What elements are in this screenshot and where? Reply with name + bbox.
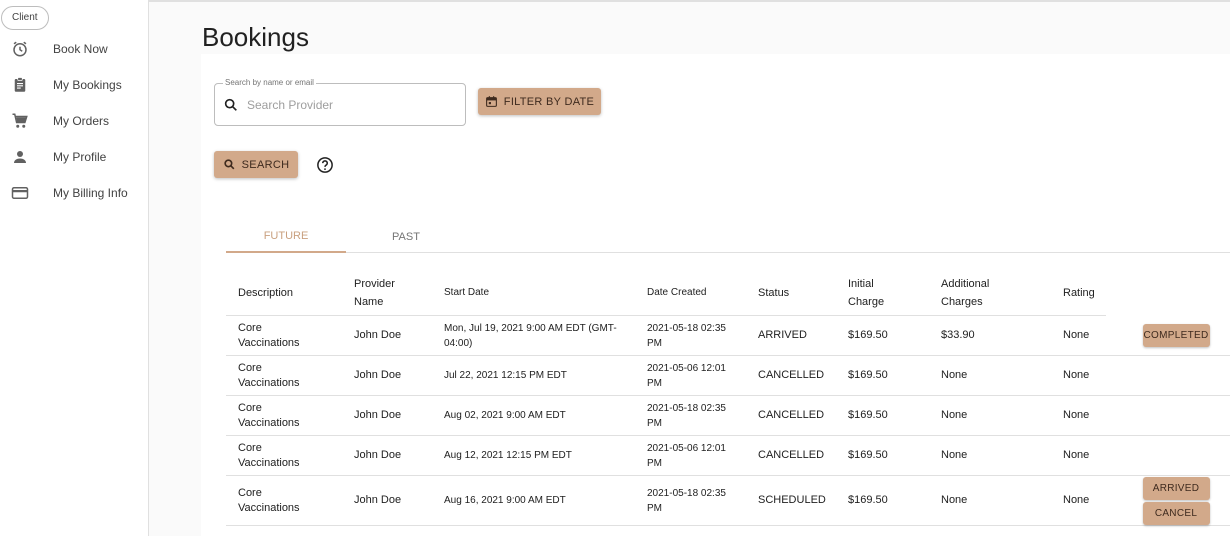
help-icon[interactable] xyxy=(316,156,334,174)
bookings-panel: Search by name or email Filter by date S… xyxy=(201,54,1230,536)
cell-rating: None xyxy=(1063,409,1090,421)
role-chip[interactable]: Client xyxy=(1,6,49,30)
table-row: Core Vaccinations John Doe Mon, Jul 19, … xyxy=(226,316,1230,356)
cell-rating: None xyxy=(1063,369,1090,381)
cell-date-created: 2021-05-18 02:35 PM xyxy=(647,402,726,429)
search-field-legend: Search by name or email xyxy=(223,78,316,88)
search-button-label: Search xyxy=(241,158,290,171)
person-icon xyxy=(14,151,26,163)
header-date-created: Date Created xyxy=(647,287,707,298)
header-rating: Rating xyxy=(1063,287,1095,299)
table-row: Core Vaccinations John Doe Aug 16, 2021 … xyxy=(226,476,1230,526)
cell-status: CANCELLED xyxy=(758,449,825,461)
filter-by-date-button[interactable]: Filter by date xyxy=(478,88,601,115)
cell-description: Core Vaccinations xyxy=(238,441,300,469)
tab-future[interactable]: Future xyxy=(226,221,346,253)
header-initial-charge: Initial Charge xyxy=(848,278,885,308)
table-row: Core Vaccinations John Doe Aug 02, 2021 … xyxy=(226,396,1230,436)
header-additional-charges: Additional Charges xyxy=(941,278,990,308)
cell-additional-charges: $33.90 xyxy=(941,329,975,341)
cell-initial-charge: $169.50 xyxy=(848,494,888,506)
calendar-icon xyxy=(485,96,497,107)
sidebar: Client Book Now My Bookings My Orders My… xyxy=(0,0,149,536)
cell-rating: None xyxy=(1063,449,1090,461)
top-border xyxy=(0,0,1230,2)
filter-by-date-label: Filter by date xyxy=(503,95,595,108)
cancel-button[interactable]: Cancel xyxy=(1142,501,1210,525)
cell-rating: None xyxy=(1063,494,1090,506)
cell-provider: John Doe xyxy=(354,329,402,341)
cell-description: Core Vaccinations xyxy=(238,401,300,429)
cell-provider: John Doe xyxy=(354,369,402,381)
cell-start-date: Jul 22, 2021 12:15 PM EDT xyxy=(444,370,567,381)
cell-status: SCHEDULED xyxy=(758,494,826,506)
table-header: Description Provider Name Start Date Dat… xyxy=(226,270,1106,316)
cell-provider: John Doe xyxy=(354,449,402,461)
sidebar-item-label: My Billing Info xyxy=(53,186,128,200)
clipboard-icon xyxy=(14,77,26,92)
search-icon xyxy=(224,159,235,170)
completed-button[interactable]: Completed xyxy=(1142,324,1210,347)
cell-additional-charges: None xyxy=(941,494,968,506)
sidebar-item-label: My Profile xyxy=(53,150,107,164)
cell-provider: John Doe xyxy=(354,494,402,506)
header-start-date: Start Date xyxy=(444,287,490,298)
cell-additional-charges: None xyxy=(941,449,968,461)
cell-actions: Completed xyxy=(1142,316,1210,355)
sidebar-item-book-now[interactable]: Book Now xyxy=(0,31,148,67)
cell-date-created: 2021-05-06 12:01 PM xyxy=(647,442,726,469)
header-description: Description xyxy=(238,287,294,299)
cell-provider: John Doe xyxy=(354,409,402,421)
tab-past[interactable]: Past xyxy=(346,221,466,252)
search-input[interactable] xyxy=(247,94,457,116)
credit-card-icon xyxy=(11,187,29,199)
cell-date-created: 2021-05-18 02:35 PM xyxy=(647,487,726,514)
cell-start-date: Mon, Jul 19, 2021 9:00 AM EDT (GMT-04:00… xyxy=(444,322,617,349)
cell-additional-charges: None xyxy=(941,409,968,421)
page-title: Bookings xyxy=(202,22,309,52)
arrived-button[interactable]: Arrived xyxy=(1142,476,1210,500)
cell-date-created: 2021-05-06 12:01 PM xyxy=(647,362,726,389)
cell-description: Core Vaccinations xyxy=(238,361,300,389)
cell-description: Core Vaccinations xyxy=(238,486,300,514)
cell-initial-charge: $169.50 xyxy=(848,449,888,461)
cell-actions: Arrived Cancel xyxy=(1142,476,1210,525)
cell-rating: None xyxy=(1063,329,1090,341)
booking-tabs: Future Past xyxy=(226,221,1230,253)
sidebar-item-my-bookings[interactable]: My Bookings xyxy=(0,67,148,103)
search-icon xyxy=(224,98,237,111)
cell-description: Core Vaccinations xyxy=(238,321,300,349)
table-row: Core Vaccinations John Doe Jul 22, 2021 … xyxy=(226,356,1230,396)
cell-initial-charge: $169.50 xyxy=(848,409,888,421)
cell-initial-charge: $169.50 xyxy=(848,329,888,341)
clock-icon xyxy=(13,41,27,57)
cell-status: CANCELLED xyxy=(758,409,825,421)
header-provider-name: Provider Name xyxy=(354,278,395,308)
sidebar-item-my-billing-info[interactable]: My Billing Info xyxy=(0,175,148,211)
cell-additional-charges: None xyxy=(941,369,968,381)
cell-start-date: Aug 12, 2021 12:15 PM EDT xyxy=(444,450,572,461)
sidebar-item-label: Book Now xyxy=(53,42,108,56)
table-row: Core Vaccinations John Doe Aug 12, 2021 … xyxy=(226,436,1230,476)
sidebar-item-my-orders[interactable]: My Orders xyxy=(0,103,148,139)
search-button[interactable]: Search xyxy=(214,151,298,178)
search-field[interactable]: Search by name or email xyxy=(214,78,466,126)
cell-start-date: Aug 02, 2021 9:00 AM EDT xyxy=(444,410,566,421)
cell-date-created: 2021-05-18 02:35 PM xyxy=(647,322,726,349)
cell-initial-charge: $169.50 xyxy=(848,369,888,381)
cell-status: ARRIVED xyxy=(758,329,807,341)
sidebar-item-label: My Orders xyxy=(53,114,110,128)
bookings-table: Description Provider Name Start Date Dat… xyxy=(226,270,1230,526)
sidebar-item-label: My Bookings xyxy=(53,78,122,92)
cell-start-date: Aug 16, 2021 9:00 AM EDT xyxy=(444,495,566,506)
sidebar-item-my-profile[interactable]: My Profile xyxy=(0,139,148,175)
cart-icon xyxy=(12,113,28,128)
header-status: Status xyxy=(758,287,790,299)
cell-status: CANCELLED xyxy=(758,369,825,381)
